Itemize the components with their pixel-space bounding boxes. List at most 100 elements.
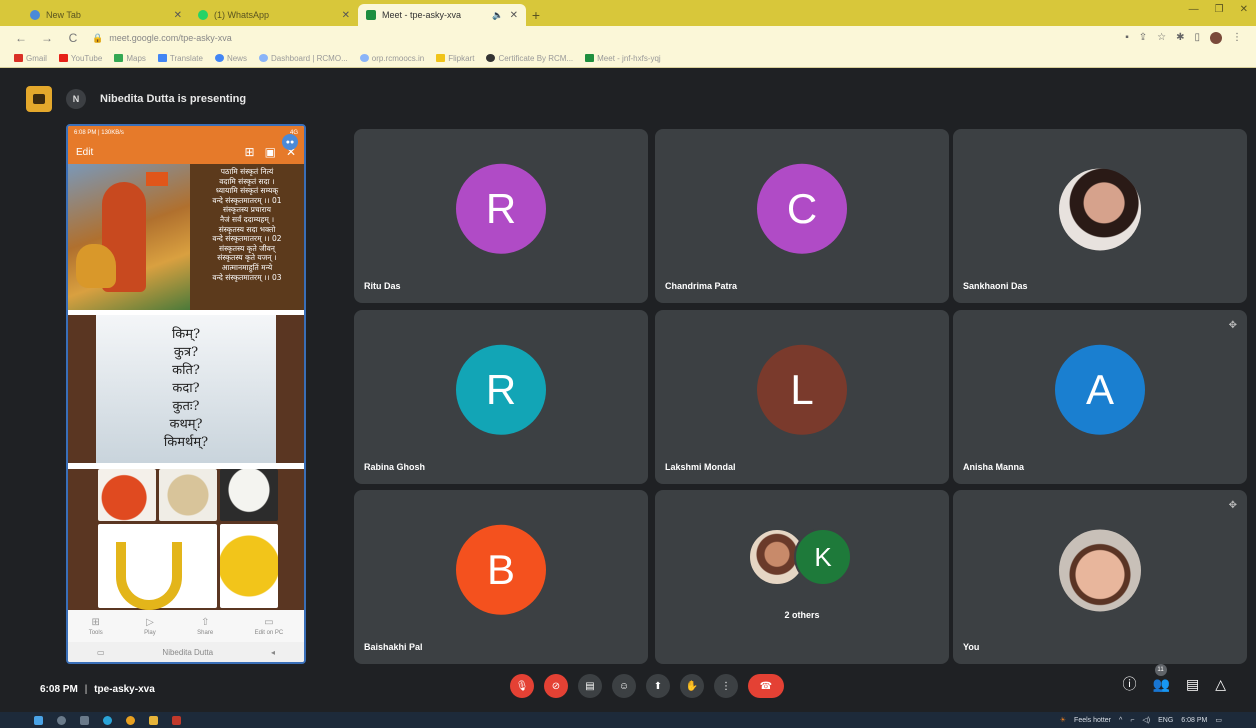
- participant-tile[interactable]: C Chandrima Patra: [655, 129, 949, 303]
- bookmark-dashboard[interactable]: Dashboard | RCMO...: [258, 54, 348, 63]
- chrome-icon: [30, 10, 40, 20]
- close-icon[interactable]: ✕: [174, 10, 182, 21]
- search-icon[interactable]: [57, 715, 66, 725]
- speaker-icon[interactable]: 🔈: [492, 10, 503, 21]
- notifications-icon[interactable]: ▭: [1215, 716, 1222, 724]
- rice-bowl-image: [220, 469, 278, 521]
- close-window-icon[interactable]: ✕: [1240, 4, 1248, 15]
- chrome-icon[interactable]: [126, 715, 135, 725]
- leave-call-button[interactable]: ☎: [748, 674, 784, 698]
- chat-button[interactable]: ▤: [1186, 676, 1199, 693]
- volume-icon[interactable]: ◁): [1142, 716, 1150, 724]
- taskview-icon[interactable]: [80, 715, 89, 725]
- bookmark-meet[interactable]: Meet - jnf-hxfs-yqj: [585, 54, 661, 63]
- participant-tile[interactable]: R Ritu Das: [354, 129, 648, 303]
- minimize-icon[interactable]: —: [1189, 4, 1199, 15]
- clock[interactable]: 6:08 PM: [1181, 717, 1207, 724]
- bookmark-label: Dashboard | RCMO...: [270, 54, 348, 63]
- back-triangle-icon: ◂: [271, 647, 276, 657]
- folder-icon[interactable]: [149, 715, 158, 725]
- raise-hand-button[interactable]: ✋: [680, 674, 704, 698]
- emoji-icon: ☺: [618, 680, 630, 692]
- participant-tile[interactable]: L Lakshmi Mondal: [655, 310, 949, 484]
- language-indicator[interactable]: ENG: [1158, 717, 1173, 724]
- people-icon: 👥: [1152, 675, 1170, 692]
- hand-icon: ✋: [685, 680, 699, 692]
- more-vert-icon: ⋮: [721, 680, 731, 692]
- menu-icon[interactable]: ⋮: [1232, 32, 1242, 44]
- verse-line: आत्मानमाहुतिं मन्ये: [221, 262, 273, 272]
- mic-off-button[interactable]: 🎙: [510, 674, 534, 698]
- shared-screen[interactable]: 6:08 PM | 130KB/s 4G Edit ⊞ ▣ ✕ ●● पठामि…: [66, 124, 306, 664]
- present-button[interactable]: ⬆: [646, 674, 670, 698]
- network-icon[interactable]: ⌐: [1130, 717, 1134, 724]
- more-options-button[interactable]: ⋮: [714, 674, 738, 698]
- bookmark-flipkart[interactable]: Flipkart: [436, 54, 474, 63]
- bookmark-news[interactable]: News: [214, 54, 247, 63]
- windows-start-icon[interactable]: [34, 715, 43, 725]
- participant-avatar: B: [456, 524, 546, 615]
- question-word: कुतः?: [172, 399, 200, 414]
- phone-status-left: 6:08 PM | 130KB/s: [74, 130, 124, 136]
- info-button[interactable]: ⓘ: [1123, 674, 1137, 694]
- bookmark-translate[interactable]: Translate: [157, 54, 203, 63]
- forward-icon[interactable]: →: [40, 31, 54, 45]
- grid-icon: ⊞: [244, 145, 255, 159]
- tab-title: (1) WhatsApp: [214, 10, 270, 20]
- reload-icon[interactable]: C: [66, 31, 80, 45]
- participant-tile[interactable]: Sankhaoni Das: [953, 129, 1247, 303]
- edge-icon[interactable]: [103, 715, 112, 725]
- bookmark-gmail[interactable]: Gmail: [14, 54, 47, 63]
- maximize-icon[interactable]: ❐: [1215, 4, 1224, 15]
- new-tab-button[interactable]: +: [526, 4, 546, 26]
- bookmark-label: Maps: [126, 54, 146, 63]
- participant-name: You: [963, 642, 980, 652]
- profile-avatar[interactable]: [1210, 32, 1222, 44]
- lion-shape: [76, 244, 116, 288]
- emoji-button[interactable]: ☺: [612, 674, 636, 698]
- phone-bottom-actions: ⊞ Tools ▷ Play ⇧ Share ▭ Edit on PC: [68, 610, 304, 642]
- bharat-mata-image: [68, 164, 190, 310]
- others-label: 2 others: [784, 610, 820, 620]
- share-icon[interactable]: ⇪: [1139, 32, 1147, 44]
- bookmark-youtube[interactable]: YouTube: [58, 54, 102, 63]
- camera-icon[interactable]: ▪: [1125, 32, 1129, 44]
- globe-icon: [359, 54, 369, 62]
- pin-icon[interactable]: ✥: [1229, 500, 1237, 511]
- participant-tile[interactable]: ✥ A Anisha Manna: [953, 310, 1247, 484]
- participant-name: Rabina Ghosh: [364, 462, 426, 472]
- star-icon[interactable]: ☆: [1157, 32, 1166, 44]
- bookmark-maps[interactable]: Maps: [114, 54, 146, 63]
- weather-text[interactable]: Feels hotter: [1074, 717, 1111, 724]
- bookmark-certificate[interactable]: Certificate By RCM...: [486, 54, 573, 63]
- camera-off-icon: ⊘: [551, 680, 561, 692]
- extensions-icon[interactable]: ✱: [1176, 32, 1184, 44]
- people-button[interactable]: 11 👥: [1152, 663, 1170, 693]
- phone-action-share: ⇧ Share: [197, 617, 213, 636]
- app-icon[interactable]: [172, 715, 181, 725]
- meeting-details: 6:08 PM | tpe-asky-xva: [40, 684, 155, 695]
- back-icon[interactable]: ←: [14, 31, 28, 45]
- participant-tile[interactable]: R Rabina Ghosh: [354, 310, 648, 484]
- close-icon[interactable]: ✕: [510, 10, 518, 21]
- participant-tile[interactable]: B Baishakhi Pal: [354, 490, 648, 664]
- participant-name: Sankhaoni Das: [963, 281, 1028, 291]
- tab-whatsapp[interactable]: (1) WhatsApp ✕: [190, 4, 358, 26]
- tab-meet[interactable]: Meet - tpe-asky-xva 🔈 ✕: [358, 4, 526, 26]
- tab-new-tab[interactable]: New Tab ✕: [22, 4, 190, 26]
- question-word: कति?: [172, 363, 200, 378]
- sidebar-icon[interactable]: ▯: [1194, 32, 1200, 44]
- self-tile[interactable]: ✥ You: [953, 490, 1247, 664]
- verse-line: संस्कृतस्य कृते यजन् ।: [217, 253, 277, 263]
- chevron-up-icon[interactable]: ^: [1119, 717, 1122, 724]
- close-icon[interactable]: ✕: [342, 10, 350, 21]
- pin-icon[interactable]: ✥: [1229, 320, 1237, 331]
- bookmark-orp[interactable]: orp.rcmoocs.in: [359, 54, 424, 63]
- youtube-icon: [58, 54, 68, 62]
- url-field[interactable]: 🔒 meet.google.com/tpe-asky-xva: [92, 33, 1113, 44]
- captions-button[interactable]: ▤: [578, 674, 602, 698]
- others-tile[interactable]: K 2 others: [655, 490, 949, 664]
- verse-line: ध्यायामि संस्कृतं सम्यक्: [215, 186, 279, 196]
- camera-off-button[interactable]: ⊘: [544, 674, 568, 698]
- activities-button[interactable]: △: [1215, 676, 1226, 693]
